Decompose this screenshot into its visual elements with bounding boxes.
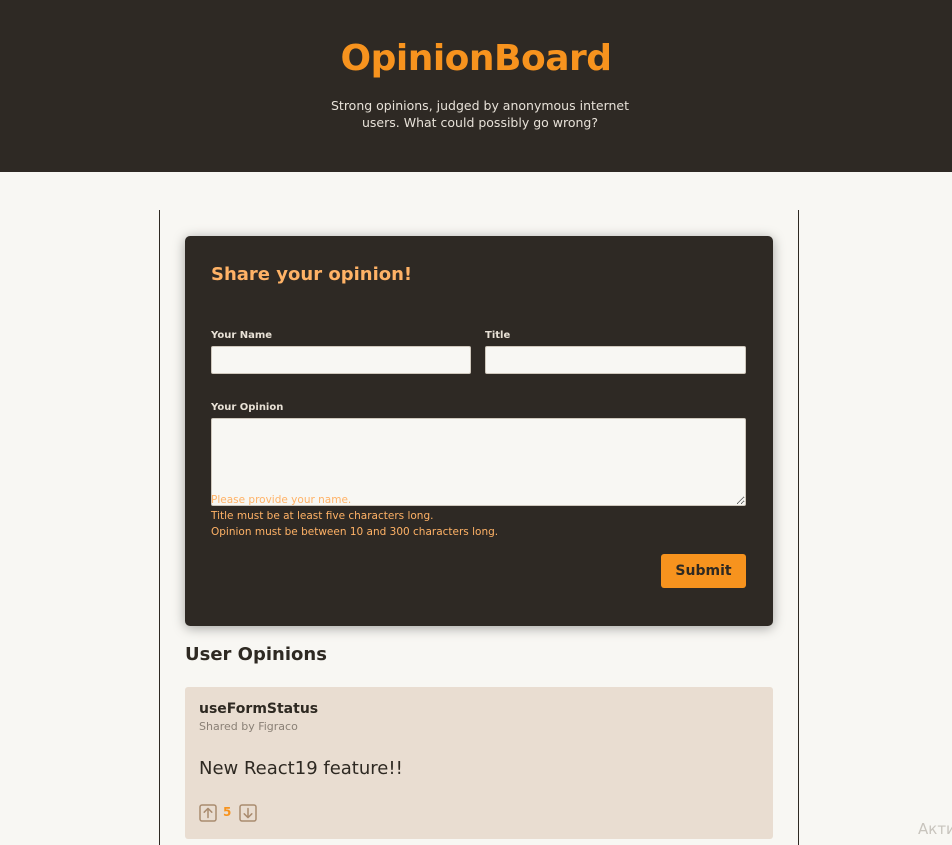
- vote-count: 5: [223, 805, 232, 819]
- error-opinion: Opinion must be between 10 and 300 chara…: [211, 526, 499, 538]
- name-label: Your Name: [211, 330, 273, 341]
- arrow-up-icon: [199, 804, 217, 822]
- opinion-body: New React19 feature!!: [199, 758, 403, 779]
- form-errors: Please provide your name. Title must be …: [211, 492, 498, 540]
- form-heading: Share your opinion!: [211, 264, 413, 285]
- main-content: Share your opinion! Your Name Title Your…: [159, 210, 799, 845]
- downvote-button[interactable]: [239, 804, 257, 822]
- submit-button[interactable]: Submit: [661, 554, 746, 588]
- upvote-button[interactable]: [199, 804, 217, 822]
- opinion-author: Shared by Figraco: [199, 720, 298, 733]
- site-tagline: Strong opinions, judged by anonymous int…: [330, 98, 630, 130]
- os-activation-watermark: Акти: [918, 820, 952, 838]
- error-name: Please provide your name.: [211, 494, 352, 506]
- opinion-label: Your Opinion: [211, 402, 284, 413]
- name-input[interactable]: [211, 346, 471, 374]
- error-title: Title must be at least five characters l…: [211, 510, 434, 522]
- arrow-down-icon: [239, 804, 257, 822]
- site-header: OpinionBoard Strong opinions, judged by …: [0, 0, 952, 172]
- opinions-heading: User Opinions: [185, 644, 327, 665]
- opinion-form: Share your opinion! Your Name Title Your…: [185, 236, 773, 626]
- site-title: OpinionBoard: [340, 38, 612, 79]
- title-label: Title: [485, 330, 511, 341]
- title-input[interactable]: [485, 346, 746, 374]
- opinion-card: useFormStatus Shared by Figraco New Reac…: [185, 687, 773, 839]
- opinion-title: useFormStatus: [199, 701, 319, 717]
